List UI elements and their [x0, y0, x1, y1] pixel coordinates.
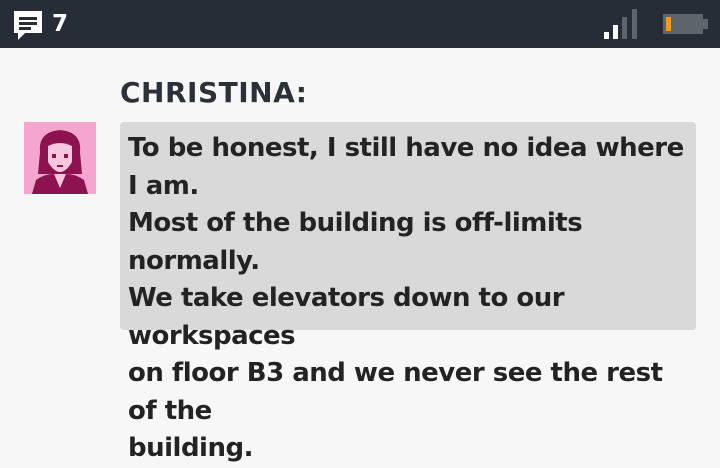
- chat-panel: CHRISTINA: To be honest, I still have no…: [0, 48, 720, 463]
- christina-portrait-avatar: [24, 122, 96, 194]
- chat-bubble-icon[interactable]: [11, 8, 45, 42]
- speaker-name: CHRISTINA:: [120, 76, 308, 109]
- status-bar: 7: [0, 0, 720, 48]
- message-text: To be honest, I still have no idea where…: [128, 133, 684, 463]
- unread-count: 7: [52, 11, 69, 37]
- message-bubble: To be honest, I still have no idea where…: [120, 122, 696, 463]
- signal-strength-icon: [602, 8, 642, 40]
- battery-low-icon: [662, 12, 710, 36]
